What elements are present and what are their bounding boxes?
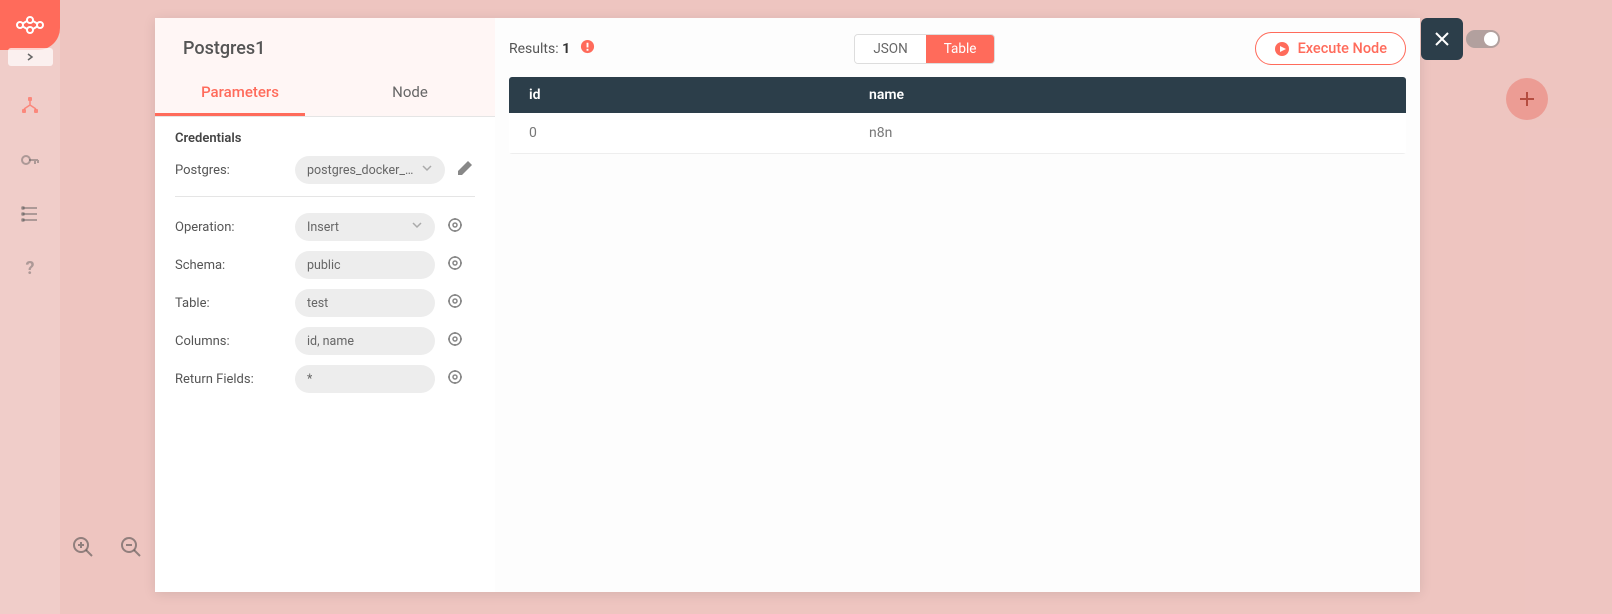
svg-text:?: ?	[26, 258, 35, 278]
param-row-columns: Columns: id, name	[175, 327, 475, 355]
param-options-icon[interactable]	[447, 255, 463, 275]
tab-parameters[interactable]: Parameters	[155, 69, 325, 113]
credential-field-label: Postgres:	[175, 163, 295, 178]
cell-id: 0	[529, 125, 869, 141]
results-toolbar: Results: 1 JSON Table Execute Node	[509, 32, 1406, 65]
app-logo	[0, 0, 60, 50]
param-row-schema: Schema: public	[175, 251, 475, 279]
add-node-button[interactable]	[1506, 78, 1548, 120]
table-row: 0 n8n	[509, 113, 1406, 154]
parameters-panel: Postgres1 Parameters Node Credentials Po…	[155, 18, 495, 592]
zoom-controls	[72, 536, 142, 562]
param-row-table: Table: test	[175, 289, 475, 317]
param-options-icon[interactable]	[447, 369, 463, 389]
executions-icon[interactable]	[20, 204, 40, 228]
results-panel: Results: 1 JSON Table Execute Node id na…	[495, 18, 1420, 592]
cell-name: n8n	[869, 125, 1386, 141]
param-row-return-fields: Return Fields: *	[175, 365, 475, 393]
operation-select[interactable]: Insert	[295, 213, 435, 241]
column-header-name: name	[869, 87, 1386, 103]
schema-input[interactable]: public	[295, 251, 435, 279]
panel-tabs: Parameters Node	[155, 69, 495, 113]
credentials-label: Credentials	[175, 131, 475, 146]
return-fields-input[interactable]: *	[295, 365, 435, 393]
param-options-icon[interactable]	[447, 293, 463, 313]
results-table: id name 0 n8n	[509, 77, 1406, 154]
node-editor-dialog: Postgres1 Parameters Node Credentials Po…	[155, 18, 1420, 592]
credential-select[interactable]: postgres_docker_c...	[295, 156, 445, 184]
help-icon[interactable]: ?	[20, 258, 40, 282]
param-options-icon[interactable]	[447, 217, 463, 237]
credential-row: Postgres: postgres_docker_c...	[175, 156, 475, 184]
credentials-icon[interactable]	[20, 150, 40, 174]
view-json-button[interactable]: JSON	[855, 35, 925, 63]
param-row-operation: Operation: Insert	[175, 213, 475, 241]
param-options-icon[interactable]	[447, 331, 463, 351]
parameters-form: Credentials Postgres: postgres_docker_c.…	[155, 117, 495, 592]
view-switch: JSON Table	[854, 34, 995, 64]
workflows-icon[interactable]	[20, 96, 40, 120]
workflow-active-toggle[interactable]	[1466, 30, 1500, 48]
zoom-out-icon[interactable]	[120, 536, 142, 562]
close-dialog-button[interactable]	[1421, 18, 1463, 60]
chevron-down-icon	[421, 162, 433, 178]
table-input[interactable]: test	[295, 289, 435, 317]
columns-input[interactable]: id, name	[295, 327, 435, 355]
sidebar-expand-toggle[interactable]	[8, 48, 53, 66]
zoom-in-icon[interactable]	[72, 536, 94, 562]
node-title: Postgres1	[155, 18, 495, 69]
chevron-down-icon	[411, 219, 423, 235]
app-sidebar: ?	[0, 0, 60, 614]
results-count: Results: 1	[509, 39, 595, 58]
tab-node[interactable]: Node	[325, 69, 495, 113]
execute-node-button[interactable]: Execute Node	[1255, 32, 1406, 65]
edit-credential-icon[interactable]	[457, 160, 473, 180]
table-header: id name	[509, 77, 1406, 113]
view-table-button[interactable]: Table	[926, 35, 995, 63]
column-header-id: id	[529, 87, 869, 103]
warning-icon[interactable]	[580, 39, 595, 58]
